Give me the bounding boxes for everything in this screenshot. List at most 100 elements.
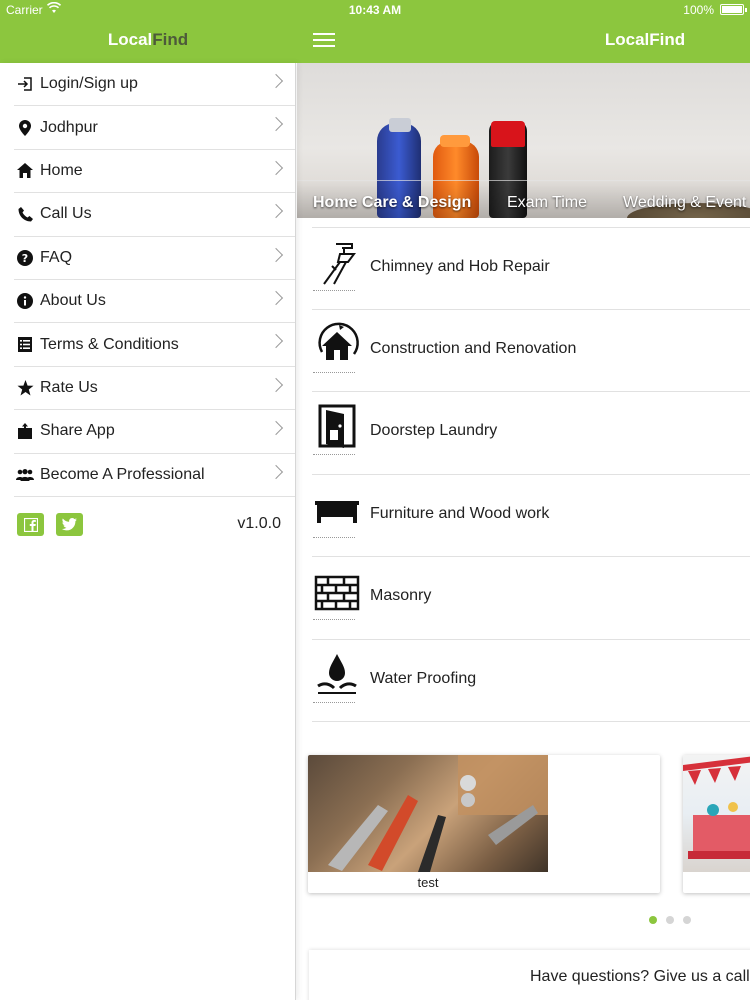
- app-header: Carrier 10:43 AM 100% LocalFind LocalFin…: [0, 0, 750, 63]
- service-item-masonry[interactable]: Masonry: [312, 557, 750, 640]
- icon-caption: [313, 371, 355, 374]
- login-icon: [14, 74, 36, 94]
- battery-percent: 100%: [683, 3, 714, 17]
- service-item-furniture[interactable]: Furniture and Wood work: [312, 475, 750, 557]
- brick-wall-icon: [314, 569, 360, 615]
- sidebar-item-label: Call Us: [40, 205, 92, 223]
- service-name: Chimney and Hob Repair: [370, 258, 550, 275]
- home-icon: [14, 161, 36, 181]
- chevron-right-icon: [268, 117, 284, 132]
- location-pin-icon: [14, 118, 36, 138]
- sidebar-item-location[interactable]: Jodhpur: [14, 106, 295, 150]
- chevron-right-icon: [268, 204, 284, 219]
- users-icon: [14, 465, 36, 485]
- card-image: [683, 755, 750, 872]
- help-text: Have questions? Give us a call: [530, 968, 750, 985]
- service-item-water-proofing[interactable]: Water Proofing: [312, 640, 750, 722]
- app-title-part2: Find: [152, 30, 189, 49]
- tab-home-care-design[interactable]: Home Care & Design: [313, 194, 471, 212]
- sidebar-item-label: Rate Us: [40, 378, 98, 396]
- sidebar-app-title: LocalFind: [0, 30, 296, 50]
- icon-caption: [313, 290, 355, 292]
- sidebar-item-terms[interactable]: Terms & Conditions: [14, 323, 295, 367]
- share-icon: [14, 421, 36, 441]
- table-icon: [314, 487, 360, 533]
- facebook-icon[interactable]: [17, 513, 44, 537]
- service-name: Doorstep Laundry: [370, 422, 498, 439]
- sidebar-menu: Login/Sign up Jodhpur Home Call Us ? FAQ: [0, 63, 296, 1000]
- sidebar-item-login[interactable]: Login/Sign up: [14, 63, 295, 107]
- sidebar-item-about-us[interactable]: About Us: [14, 280, 295, 324]
- svg-text:?: ?: [22, 252, 28, 265]
- chimney-icon: [314, 240, 360, 286]
- sidebar-item-label: Home: [40, 161, 83, 179]
- chevron-right-icon: [268, 334, 284, 349]
- sidebar-item-become-professional[interactable]: Become A Professional: [14, 454, 295, 497]
- help-call-box[interactable]: Have questions? Give us a call: [309, 950, 750, 1000]
- battery-icon: [720, 4, 747, 15]
- social-links: v1.0.0: [14, 497, 295, 553]
- water-drop-icon: [314, 652, 360, 698]
- category-banner: Home Care & Design Exam Time Wedding & E…: [297, 63, 750, 218]
- main-content: Home Care & Design Exam Time Wedding & E…: [297, 63, 750, 1000]
- tab-wedding-event[interactable]: Wedding & Event: [623, 194, 746, 212]
- list-icon: [14, 335, 36, 355]
- twitter-icon[interactable]: [56, 513, 83, 537]
- sidebar-item-share-app[interactable]: Share App: [14, 410, 295, 454]
- service-name: Furniture and Wood work: [370, 504, 550, 522]
- question-icon: ?: [14, 248, 36, 268]
- chevron-right-icon: [268, 421, 284, 436]
- info-icon: [14, 291, 36, 311]
- carousel-card-next[interactable]: [683, 755, 750, 893]
- sidebar-item-label: About Us: [40, 292, 106, 310]
- service-item-laundry[interactable]: Doorstep Laundry: [312, 392, 750, 475]
- chevron-right-icon: [268, 290, 284, 306]
- menu-icon[interactable]: [313, 33, 335, 49]
- icon-caption: [313, 454, 355, 456]
- carousel-card[interactable]: test: [308, 755, 660, 893]
- sidebar-item-label: Become A Professional: [40, 465, 205, 483]
- service-name: Masonry: [370, 587, 432, 604]
- app-version: v1.0.0: [237, 514, 281, 532]
- sidebar-item-rate-us[interactable]: Rate Us: [14, 367, 295, 411]
- service-item-construction[interactable]: Construction and Renovation: [312, 310, 750, 392]
- sidebar-item-home[interactable]: Home: [14, 150, 295, 194]
- main-app-title: LocalFind: [540, 30, 750, 50]
- door-icon: [314, 404, 360, 450]
- chevron-right-icon: [268, 160, 284, 175]
- icon-caption: [313, 701, 355, 704]
- service-name: Water Proofing: [370, 669, 477, 687]
- status-bar: Carrier 10:43 AM 100%: [0, 0, 750, 20]
- chevron-right-icon: [268, 247, 284, 262]
- sidebar-item-faq[interactable]: ? FAQ: [14, 237, 295, 280]
- featured-carousel: test: [297, 755, 750, 895]
- sidebar-item-label: FAQ: [40, 248, 73, 266]
- tab-exam-time[interactable]: Exam Time: [507, 194, 587, 212]
- carousel-pager: [649, 916, 700, 924]
- sidebar-item-call-us[interactable]: Call Us: [14, 193, 295, 237]
- status-time: 10:43 AM: [348, 3, 402, 17]
- service-name: Construction and Renovation: [370, 339, 577, 357]
- card-caption: test: [417, 875, 439, 890]
- chevron-right-icon: [268, 464, 284, 479]
- pager-dot-active[interactable]: [649, 916, 657, 924]
- icon-caption: [313, 619, 355, 621]
- banner-tabs: Home Care & Design Exam Time Wedding & E…: [297, 180, 750, 218]
- chevron-right-icon: [268, 73, 284, 89]
- sidebar-item-label: Share App: [40, 422, 115, 440]
- pager-dot[interactable]: [666, 916, 674, 924]
- icon-caption: [313, 536, 355, 539]
- sidebar-item-label: Terms & Conditions: [40, 335, 179, 353]
- chevron-right-icon: [268, 377, 284, 392]
- star-icon: [14, 378, 36, 398]
- app-title-part2: Find: [649, 30, 686, 49]
- sidebar-item-label: Login/Sign up: [40, 75, 138, 93]
- pager-dot[interactable]: [683, 916, 691, 924]
- house-icon: [314, 322, 360, 368]
- service-list: Chimney and Hob Repair Construction and …: [297, 227, 750, 722]
- app-title-part1: Local: [107, 30, 153, 49]
- service-item-chimney[interactable]: Chimney and Hob Repair: [312, 227, 750, 310]
- sidebar-item-label: Jodhpur: [40, 118, 98, 136]
- app-title-part1: Local: [604, 30, 650, 49]
- phone-icon: [14, 204, 36, 224]
